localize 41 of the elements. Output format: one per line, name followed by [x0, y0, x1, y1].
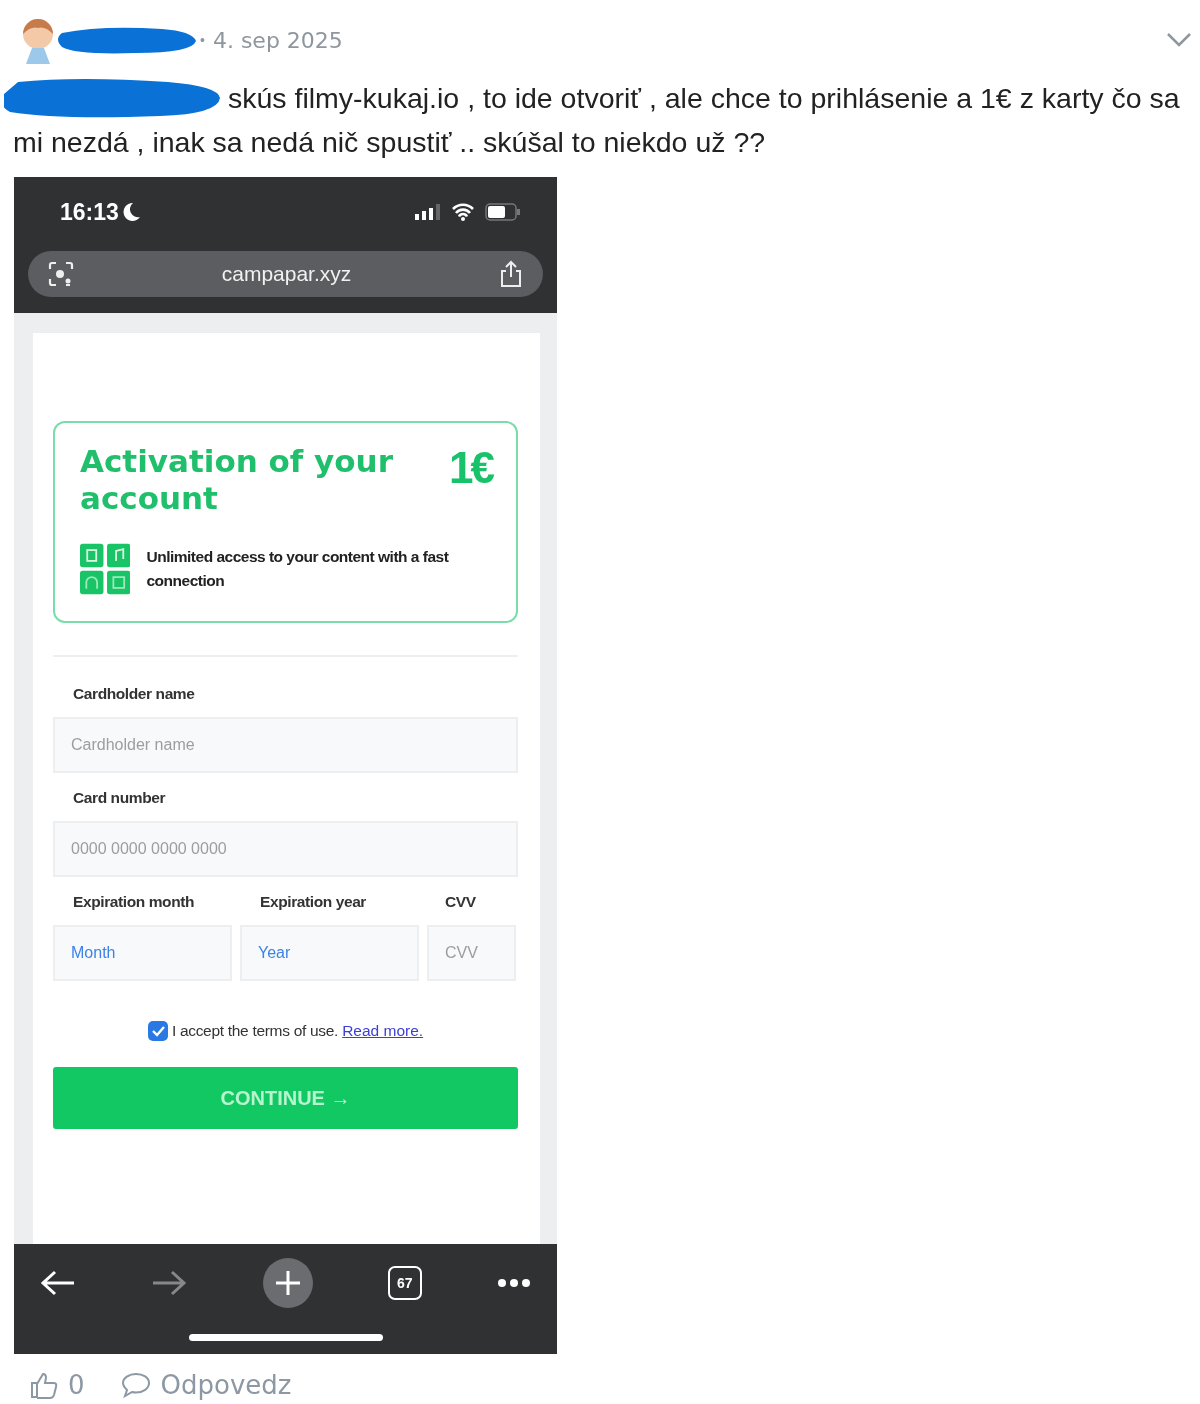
more-icon[interactable] [497, 1278, 531, 1288]
card-title: Activation of your account [80, 443, 394, 517]
field-label: Expiration year [260, 893, 367, 911]
comment-icon[interactable] [120, 1372, 151, 1398]
forward-arrow-icon[interactable] [151, 1269, 188, 1297]
media-grid-icon [80, 541, 131, 597]
field-label: Expiration month [73, 893, 196, 911]
battery-icon [485, 203, 521, 221]
signal-icon [415, 204, 441, 220]
camera-scan-icon[interactable] [48, 261, 74, 287]
post-text: mi nezdá , inak sa nedá nič spustiť .. skúšal to niekdo už ?? [13, 125, 766, 160]
feature-text: Unlimited access to your content with a fast connection [146, 547, 450, 591]
share-icon[interactable] [499, 260, 523, 288]
post-text: skús filmy-kukaj.io , to ide otvoriť , ale chce to prihlásenie a 1€ z karty čo sa [228, 81, 1180, 116]
status-time: 16:13 [60, 198, 119, 226]
address-bar[interactable]: campapar.xyz [28, 251, 543, 297]
plus-icon [274, 1270, 301, 1296]
input-field[interactable]: 0000 0000 0000 0000 [53, 821, 518, 877]
select-field[interactable]: Year [240, 925, 419, 981]
new-tab-button[interactable] [262, 1258, 313, 1308]
like-count: 0 [68, 1370, 85, 1400]
select-field[interactable]: Month [53, 925, 232, 981]
moon-icon [122, 202, 141, 222]
price: 1€ [449, 443, 492, 494]
field-label: Card number [73, 789, 167, 807]
input-field[interactable]: Cardholder name [53, 717, 518, 773]
check-icon [150, 1025, 165, 1037]
field-label: Cardholder name [73, 685, 196, 703]
chevron-down-icon[interactable] [1166, 32, 1192, 48]
checkbox[interactable] [147, 1021, 168, 1041]
reply-link[interactable]: Odpovedz [160, 1370, 292, 1400]
terms-text: I accept the terms of use. [171, 1022, 339, 1040]
wifi-icon [451, 203, 475, 221]
thumbs-up-icon[interactable] [30, 1371, 58, 1399]
read-more-link[interactable]: Read more. [342, 1022, 424, 1040]
tab-count[interactable]: 67 [387, 1266, 422, 1300]
field-label: CVV [445, 893, 477, 911]
post-date: 4. sep 2025 [212, 27, 343, 53]
input-field[interactable]: CVV [427, 925, 516, 981]
separator-dot: • [200, 32, 205, 48]
back-arrow-icon[interactable] [40, 1269, 76, 1297]
